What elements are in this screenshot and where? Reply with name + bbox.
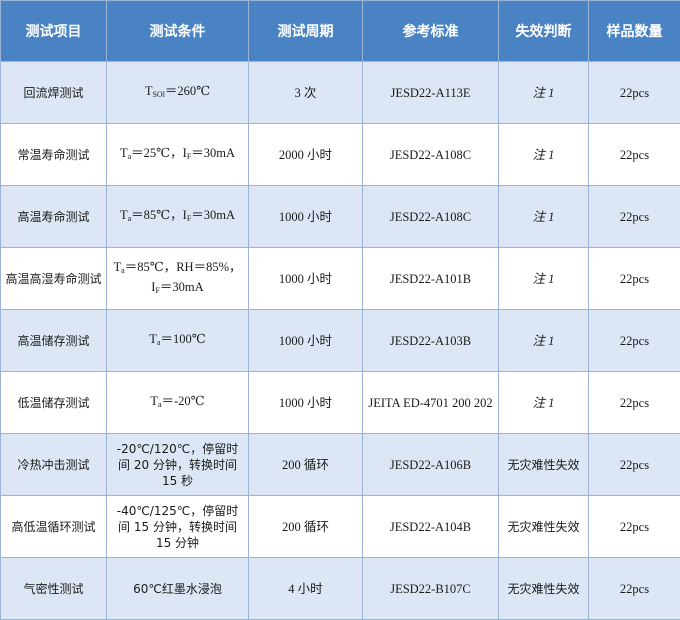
sample-qty-cell: 22pcs <box>589 558 680 620</box>
table-row: 高温高湿寿命测试Ta＝85℃，RH＝85%，IF＝30mA1000 小时JESD… <box>1 248 680 310</box>
test-item-cell: 高温寿命测试 <box>1 186 107 248</box>
header-test-condition: 测试条件 <box>107 1 249 62</box>
condition-value: ＝85℃，RH＝85%， <box>125 260 242 274</box>
table-row: 气密性测试60℃红墨水浸泡4 小时JESD22-B107C无灾难性失效22pcs <box>1 558 680 620</box>
test-condition-cell: Ta＝85℃，RH＝85%，IF＝30mA <box>107 248 249 310</box>
condition-line: TSOl＝260℃ <box>111 83 244 103</box>
reference-standard-cell: JESD22-A101B <box>363 248 499 310</box>
sample-qty-cell: 22pcs <box>589 62 680 124</box>
test-period-cell: 1000 小时 <box>249 372 363 434</box>
table-row: 高温寿命测试Ta＝85℃，IF＝30mA1000 小时JESD22-A108C注… <box>1 186 680 248</box>
sample-qty-cell: 22pcs <box>589 124 680 186</box>
failure-criteria-cell: 注 1 <box>499 248 589 310</box>
table-row: 常温寿命测试Ta＝25℃，IF＝30mA2000 小时JESD22-A108C注… <box>1 124 680 186</box>
test-period-cell: 3 次 <box>249 62 363 124</box>
sample-qty-cell: 22pcs <box>589 496 680 558</box>
table-row: 冷热冲击测试-20℃/120℃，停留时间 20 分钟，转换时间 15 秒200 … <box>1 434 680 496</box>
condition-value: ＝260℃ <box>165 84 210 98</box>
test-item-cell: 低温储存测试 <box>1 372 107 434</box>
condition-line: Ta＝85℃，IF＝30mA <box>111 207 244 227</box>
reliability-test-table: 测试项目 测试条件 测试周期 参考标准 失效判断 样品数量 回流焊测试TSOl＝… <box>0 0 680 620</box>
condition-subscript: SOl <box>152 90 164 99</box>
condition-symbol: T <box>120 208 128 222</box>
test-period-cell: 4 小时 <box>249 558 363 620</box>
reference-standard-cell: JESD22-A104B <box>363 496 499 558</box>
failure-criteria-cell: 无灾难性失效 <box>499 496 589 558</box>
condition-symbol: T <box>120 146 128 160</box>
table-row: 高低温循环测试-40℃/125℃，停留时间 15 分钟，转换时间 15 分钟20… <box>1 496 680 558</box>
reference-standard-cell: JESD22-A106B <box>363 434 499 496</box>
table-row: 高温储存测试Ta＝100℃1000 小时JESD22-A103B注 122pcs <box>1 310 680 372</box>
test-condition-cell: Ta＝-20℃ <box>107 372 249 434</box>
test-period-cell: 1000 小时 <box>249 310 363 372</box>
test-condition-cell: Ta＝25℃，IF＝30mA <box>107 124 249 186</box>
test-condition-cell: TSOl＝260℃ <box>107 62 249 124</box>
test-item-cell: 回流焊测试 <box>1 62 107 124</box>
test-item-cell: 常温寿命测试 <box>1 124 107 186</box>
test-condition-cell: Ta＝100℃ <box>107 310 249 372</box>
failure-criteria-cell: 无灾难性失效 <box>499 558 589 620</box>
test-period-cell: 2000 小时 <box>249 124 363 186</box>
condition-symbol: T <box>150 394 158 408</box>
reference-standard-cell: JESD22-B107C <box>363 558 499 620</box>
failure-criteria-cell: 注 1 <box>499 186 589 248</box>
condition-value: ＝100℃ <box>160 332 205 346</box>
condition-value: ＝30mA <box>160 280 204 294</box>
test-period-cell: 200 循环 <box>249 496 363 558</box>
condition-value: ＝25℃，I <box>131 146 187 160</box>
test-period-cell: 200 循环 <box>249 434 363 496</box>
test-item-cell: 冷热冲击测试 <box>1 434 107 496</box>
sample-qty-cell: 22pcs <box>589 248 680 310</box>
reference-standard-cell: JESD22-A108C <box>363 124 499 186</box>
test-item-cell: 高温储存测试 <box>1 310 107 372</box>
sample-qty-cell: 22pcs <box>589 310 680 372</box>
test-period-cell: 1000 小时 <box>249 248 363 310</box>
reference-standard-cell: JESD22-A103B <box>363 310 499 372</box>
condition-line: IF＝30mA <box>111 279 244 299</box>
condition-value: ＝30mA <box>191 208 235 222</box>
test-condition-cell: Ta＝85℃，IF＝30mA <box>107 186 249 248</box>
test-condition-cell: -20℃/120℃，停留时间 20 分钟，转换时间 15 秒 <box>107 434 249 496</box>
condition-line: Ta＝100℃ <box>111 331 244 351</box>
test-period-cell: 1000 小时 <box>249 186 363 248</box>
sample-qty-cell: 22pcs <box>589 372 680 434</box>
header-reference-standard: 参考标准 <box>363 1 499 62</box>
condition-value: ＝30mA <box>191 146 235 160</box>
test-condition-cell: 60℃红墨水浸泡 <box>107 558 249 620</box>
condition-line: Ta＝-20℃ <box>111 393 244 413</box>
sample-qty-cell: 22pcs <box>589 186 680 248</box>
test-item-cell: 高温高湿寿命测试 <box>1 248 107 310</box>
header-test-period: 测试周期 <box>249 1 363 62</box>
condition-line: Ta＝25℃，IF＝30mA <box>111 145 244 165</box>
failure-criteria-cell: 注 1 <box>499 310 589 372</box>
failure-criteria-cell: 注 1 <box>499 372 589 434</box>
failure-criteria-cell: 注 1 <box>499 124 589 186</box>
sample-qty-cell: 22pcs <box>589 434 680 496</box>
failure-criteria-cell: 注 1 <box>499 62 589 124</box>
reference-standard-cell: JESD22-A113E <box>363 62 499 124</box>
test-condition-cell: -40℃/125℃，停留时间 15 分钟，转换时间 15 分钟 <box>107 496 249 558</box>
header-failure-criteria: 失效判断 <box>499 1 589 62</box>
condition-value: ＝-20℃ <box>162 394 205 408</box>
test-item-cell: 气密性测试 <box>1 558 107 620</box>
test-item-cell: 高低温循环测试 <box>1 496 107 558</box>
header-sample-qty: 样品数量 <box>589 1 680 62</box>
condition-symbol: T <box>114 260 122 274</box>
header-row: 测试项目 测试条件 测试周期 参考标准 失效判断 样品数量 <box>1 1 680 62</box>
table-row: 低温储存测试Ta＝-20℃1000 小时JEITA ED-4701 200 20… <box>1 372 680 434</box>
reference-standard-cell: JEITA ED-4701 200 202 <box>363 372 499 434</box>
condition-line: Ta＝85℃，RH＝85%， <box>111 259 244 279</box>
condition-value: ＝85℃，I <box>131 208 187 222</box>
table-row: 回流焊测试TSOl＝260℃3 次JESD22-A113E注 122pcs <box>1 62 680 124</box>
failure-criteria-cell: 无灾难性失效 <box>499 434 589 496</box>
condition-symbol: T <box>149 332 157 346</box>
header-test-item: 测试项目 <box>1 1 107 62</box>
reference-standard-cell: JESD22-A108C <box>363 186 499 248</box>
